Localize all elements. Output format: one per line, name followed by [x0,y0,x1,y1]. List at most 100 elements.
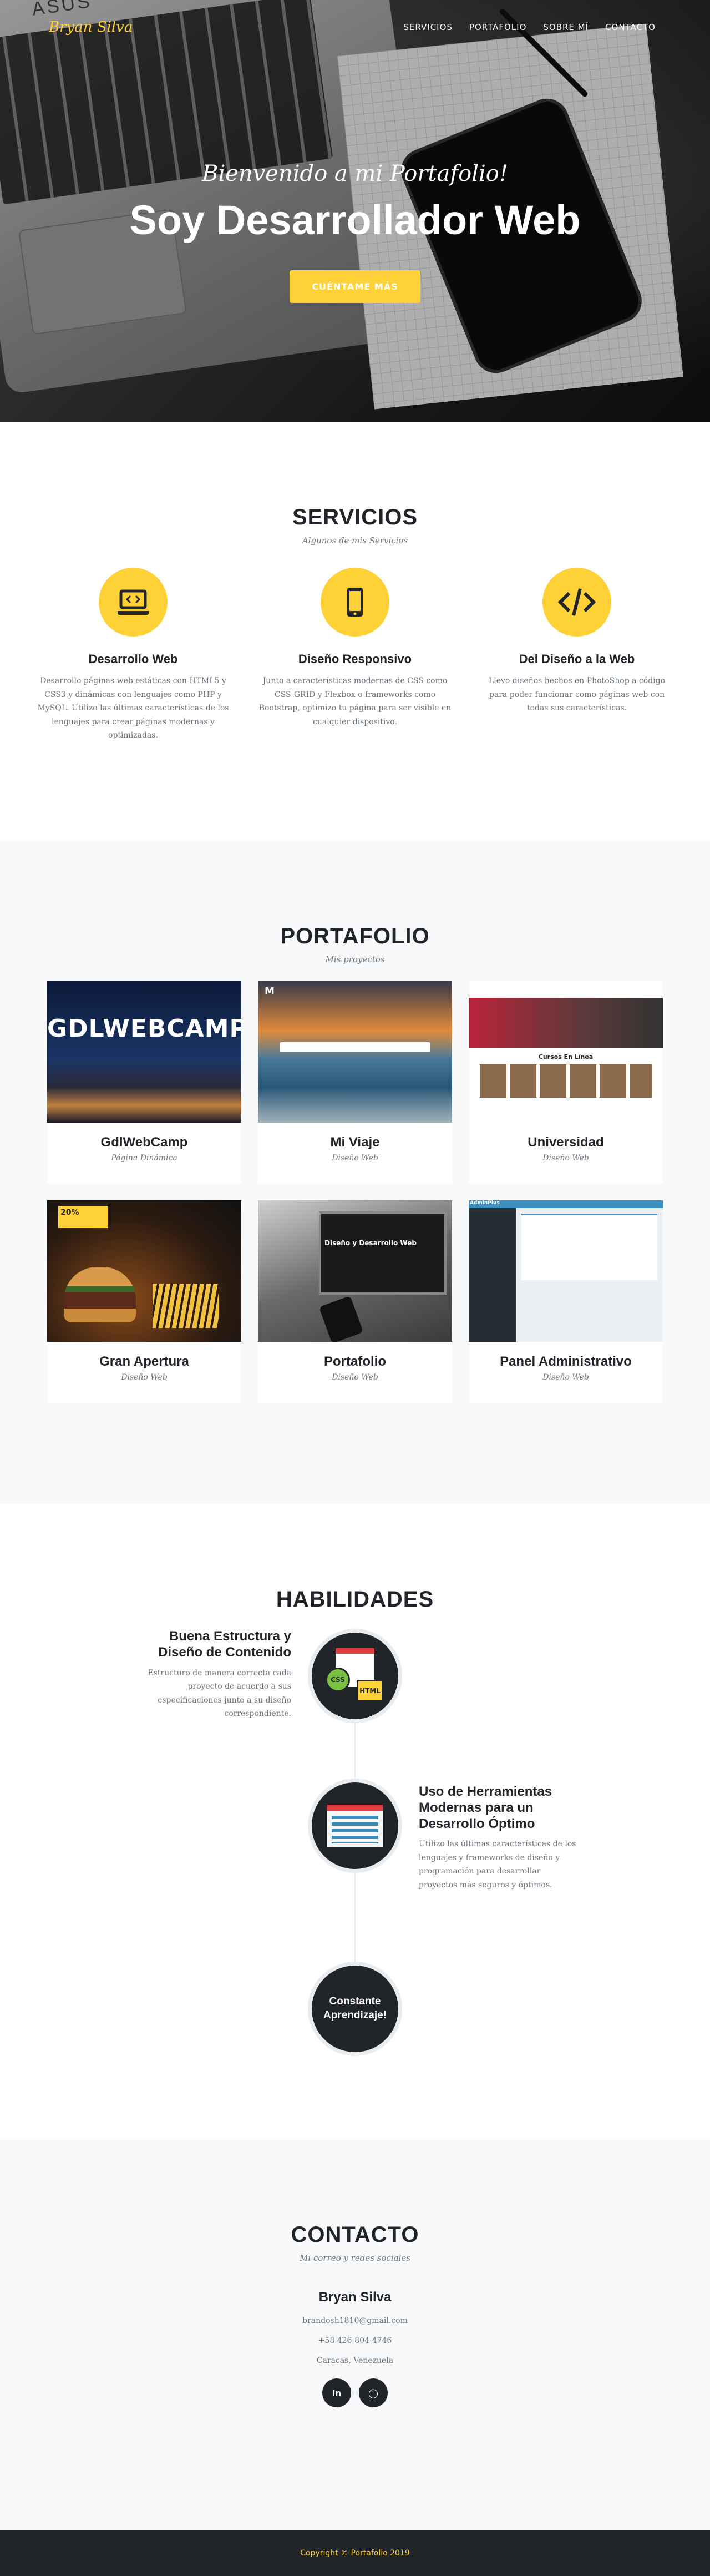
portfolio-item[interactable]: AdminPlus Panel Administrativo Diseño We… [469,1200,663,1403]
footer-copyright: Copyright © Portafolio 2019 [300,2549,410,2558]
html-badge: HTML [357,1680,383,1702]
tools-icon [327,1805,383,1847]
portfolio-image-sidebar [469,1208,516,1342]
portfolio-image-text: 20% [58,1206,108,1228]
portfolio-item[interactable]: M Mi Viaje Diseño Web [258,981,452,1184]
nav-menu: SERVICIOS PORTAFOLIO SOBRE MÍ CONTACTO [403,22,656,32]
portfolio-item[interactable]: Diseño y Desarrollo Web Portafolio Diseñ… [258,1200,452,1403]
services-subtitle: Algunos de mis Servicios [302,536,408,545]
social-links: in ◯ [0,2378,710,2407]
portfolio-image: Cursos En Línea [469,981,663,1123]
nav-item-contacto[interactable]: CONTACTO [605,22,656,32]
portfolio-item[interactable]: 20% Gran Apertura Diseño Web [47,1200,241,1403]
portfolio-item-subtitle: Diseño Web [332,1373,378,1382]
portfolio-image-text: M [265,986,275,997]
services-title: SERVICIOS [292,505,418,529]
service-text: Junto a características modernas de CSS … [258,676,452,726]
portfolio-section: PORTAFOLIO Mis proyectos GDLWEBCAMP GdlW… [0,841,710,1504]
tools-icon-lines [332,1816,378,1843]
skills-section: HABILIDADES Buena Estructura y Diseño de… [0,1504,710,2139]
nav-item-sobre-mi[interactable]: SOBRE MÍ [543,22,589,32]
code-icon [542,568,611,637]
contact-phone: +58 426-804-4746 [318,2336,392,2345]
portfolio-item-title: Portafolio [324,1354,386,1369]
github-icon[interactable]: ◯ [359,2378,388,2407]
laptop-screen-shape [319,1211,447,1295]
html-css-icon: CSS HTML [324,1645,386,1706]
services-grid: Desarrollo Web Desarrollo páginas web es… [0,568,710,743]
nav-item-servicios[interactable]: SERVICIOS [403,22,453,32]
portfolio-item-subtitle: Diseño Web [332,1154,378,1163]
portfolio-image-thumbs [480,1064,652,1098]
hero-text: Bienvenido a mi Portafolio! Soy Desarrol… [0,161,710,303]
skill-circle-final: Constante Aprendizaje! [308,1962,402,2056]
portfolio-image-panel [521,1214,657,1280]
portfolio-title: PORTAFOLIO [280,924,430,948]
portfolio-item-subtitle: Página Dinámica [111,1154,178,1163]
skill-text-block: Uso de Herramientas Modernas para un Des… [419,1784,580,1892]
portfolio-image-hero [469,998,663,1048]
hero-subtitle: Bienvenido a mi Portafolio! [202,161,508,186]
portfolio-item-title: GdlWebCamp [100,1135,188,1150]
mobile-icon [321,568,389,637]
services-section: SERVICIOS Algunos de mis Servicios Desar… [0,422,710,841]
hero-title: Soy Desarrollador Web [129,197,581,243]
skill-circle-text: Constante Aprendizaje! [323,1996,387,2021]
skill-circle [308,1779,402,1873]
portfolio-item-title: Mi Viaje [330,1135,380,1150]
portfolio-item-subtitle: Diseño Web [121,1373,168,1382]
service-text: Desarrollo páginas web estáticas con HTM… [37,676,229,740]
portfolio-subtitle: Mis proyectos [325,954,385,964]
contact-name: Bryan Silva [318,2290,392,2305]
nav-item-portafolio[interactable]: PORTAFOLIO [469,22,526,32]
brand-logo[interactable]: Bryan Silva [49,19,133,36]
portfolio-image: AdminPlus [469,1200,663,1342]
service-card: Desarrollo Web Desarrollo páginas web es… [36,568,230,743]
phone-shape [318,1295,364,1342]
burger-shape [64,1267,136,1322]
contact-email[interactable]: brandosh1810@gmail.com [0,2316,710,2325]
linkedin-icon[interactable]: in [322,2378,351,2407]
portfolio-item-subtitle: Diseño Web [542,1154,589,1163]
portfolio-image: M [258,981,452,1123]
portfolio-image-searchbar [280,1042,430,1052]
skill-circle: CSS HTML [308,1629,402,1723]
portfolio-image-text: Cursos En Línea [538,1053,594,1060]
skills-timeline: Buena Estructura y Diseño de Contenido E… [47,1629,663,2073]
service-title: Del Diseño a la Web [519,652,635,666]
service-title: Desarrollo Web [88,652,178,666]
portfolio-item[interactable]: Cursos En Línea Universidad Diseño Web [469,981,663,1184]
portfolio-image: GDLWEBCAMP [47,981,241,1123]
skill-title: Uso de Herramientas Modernas para un Des… [419,1784,552,1831]
skill-text: Utilizo las últimas características de l… [419,1840,576,1890]
service-card: Del Diseño a la Web Llevo diseños hechos… [480,568,674,743]
css-badge: CSS [326,1668,350,1692]
service-text: Llevo diseños hechos en PhotoShop a códi… [488,676,666,713]
skills-title: HABILIDADES [276,1587,434,1612]
fries-shape [153,1284,219,1328]
navbar: Bryan Silva SERVICIOS PORTAFOLIO SOBRE M… [0,0,710,55]
portfolio-grid: GDLWEBCAMP GdlWebCamp Página Dinámica M … [47,981,663,1403]
portfolio-image: Diseño y Desarrollo Web [258,1200,452,1342]
portfolio-image: 20% [47,1200,241,1342]
hero-cta-button[interactable]: CUÉNTAME MÁS [290,270,420,303]
portfolio-item-title: Universidad [528,1135,604,1150]
service-title: Diseño Responsivo [298,652,412,666]
skill-title: Buena Estructura y Diseño de Contenido [158,1629,291,1660]
portfolio-item[interactable]: GDLWEBCAMP GdlWebCamp Página Dinámica [47,981,241,1184]
footer: Copyright © Portafolio 2019 [0,2530,710,2576]
contact-subtitle: Mi correo y redes sociales [300,2253,410,2263]
portfolio-image-text: AdminPlus [470,1200,500,1206]
contact-location: Caracas, Venezuela [316,2356,394,2365]
contact-section: CONTACTO Mi correo y redes sociales Brya… [0,2139,710,2530]
laptop-code-icon [99,568,168,637]
portfolio-image-text: GDLWEBCAMP [47,1014,241,1043]
skill-text: Estructuro de manera correcta cada proye… [148,1668,291,1719]
portfolio-item-subtitle: Diseño Web [542,1373,589,1382]
hero-section: ASUS Bienvenido a mi Portafolio! Soy Des… [0,0,710,422]
contact-title: CONTACTO [291,2223,419,2247]
portfolio-image-text: Diseño y Desarrollo Web [324,1239,417,1247]
skill-text-block: Buena Estructura y Diseño de Contenido E… [130,1629,291,1721]
portfolio-item-title: Panel Administrativo [500,1354,632,1369]
service-card: Diseño Responsivo Junto a característica… [258,568,452,743]
